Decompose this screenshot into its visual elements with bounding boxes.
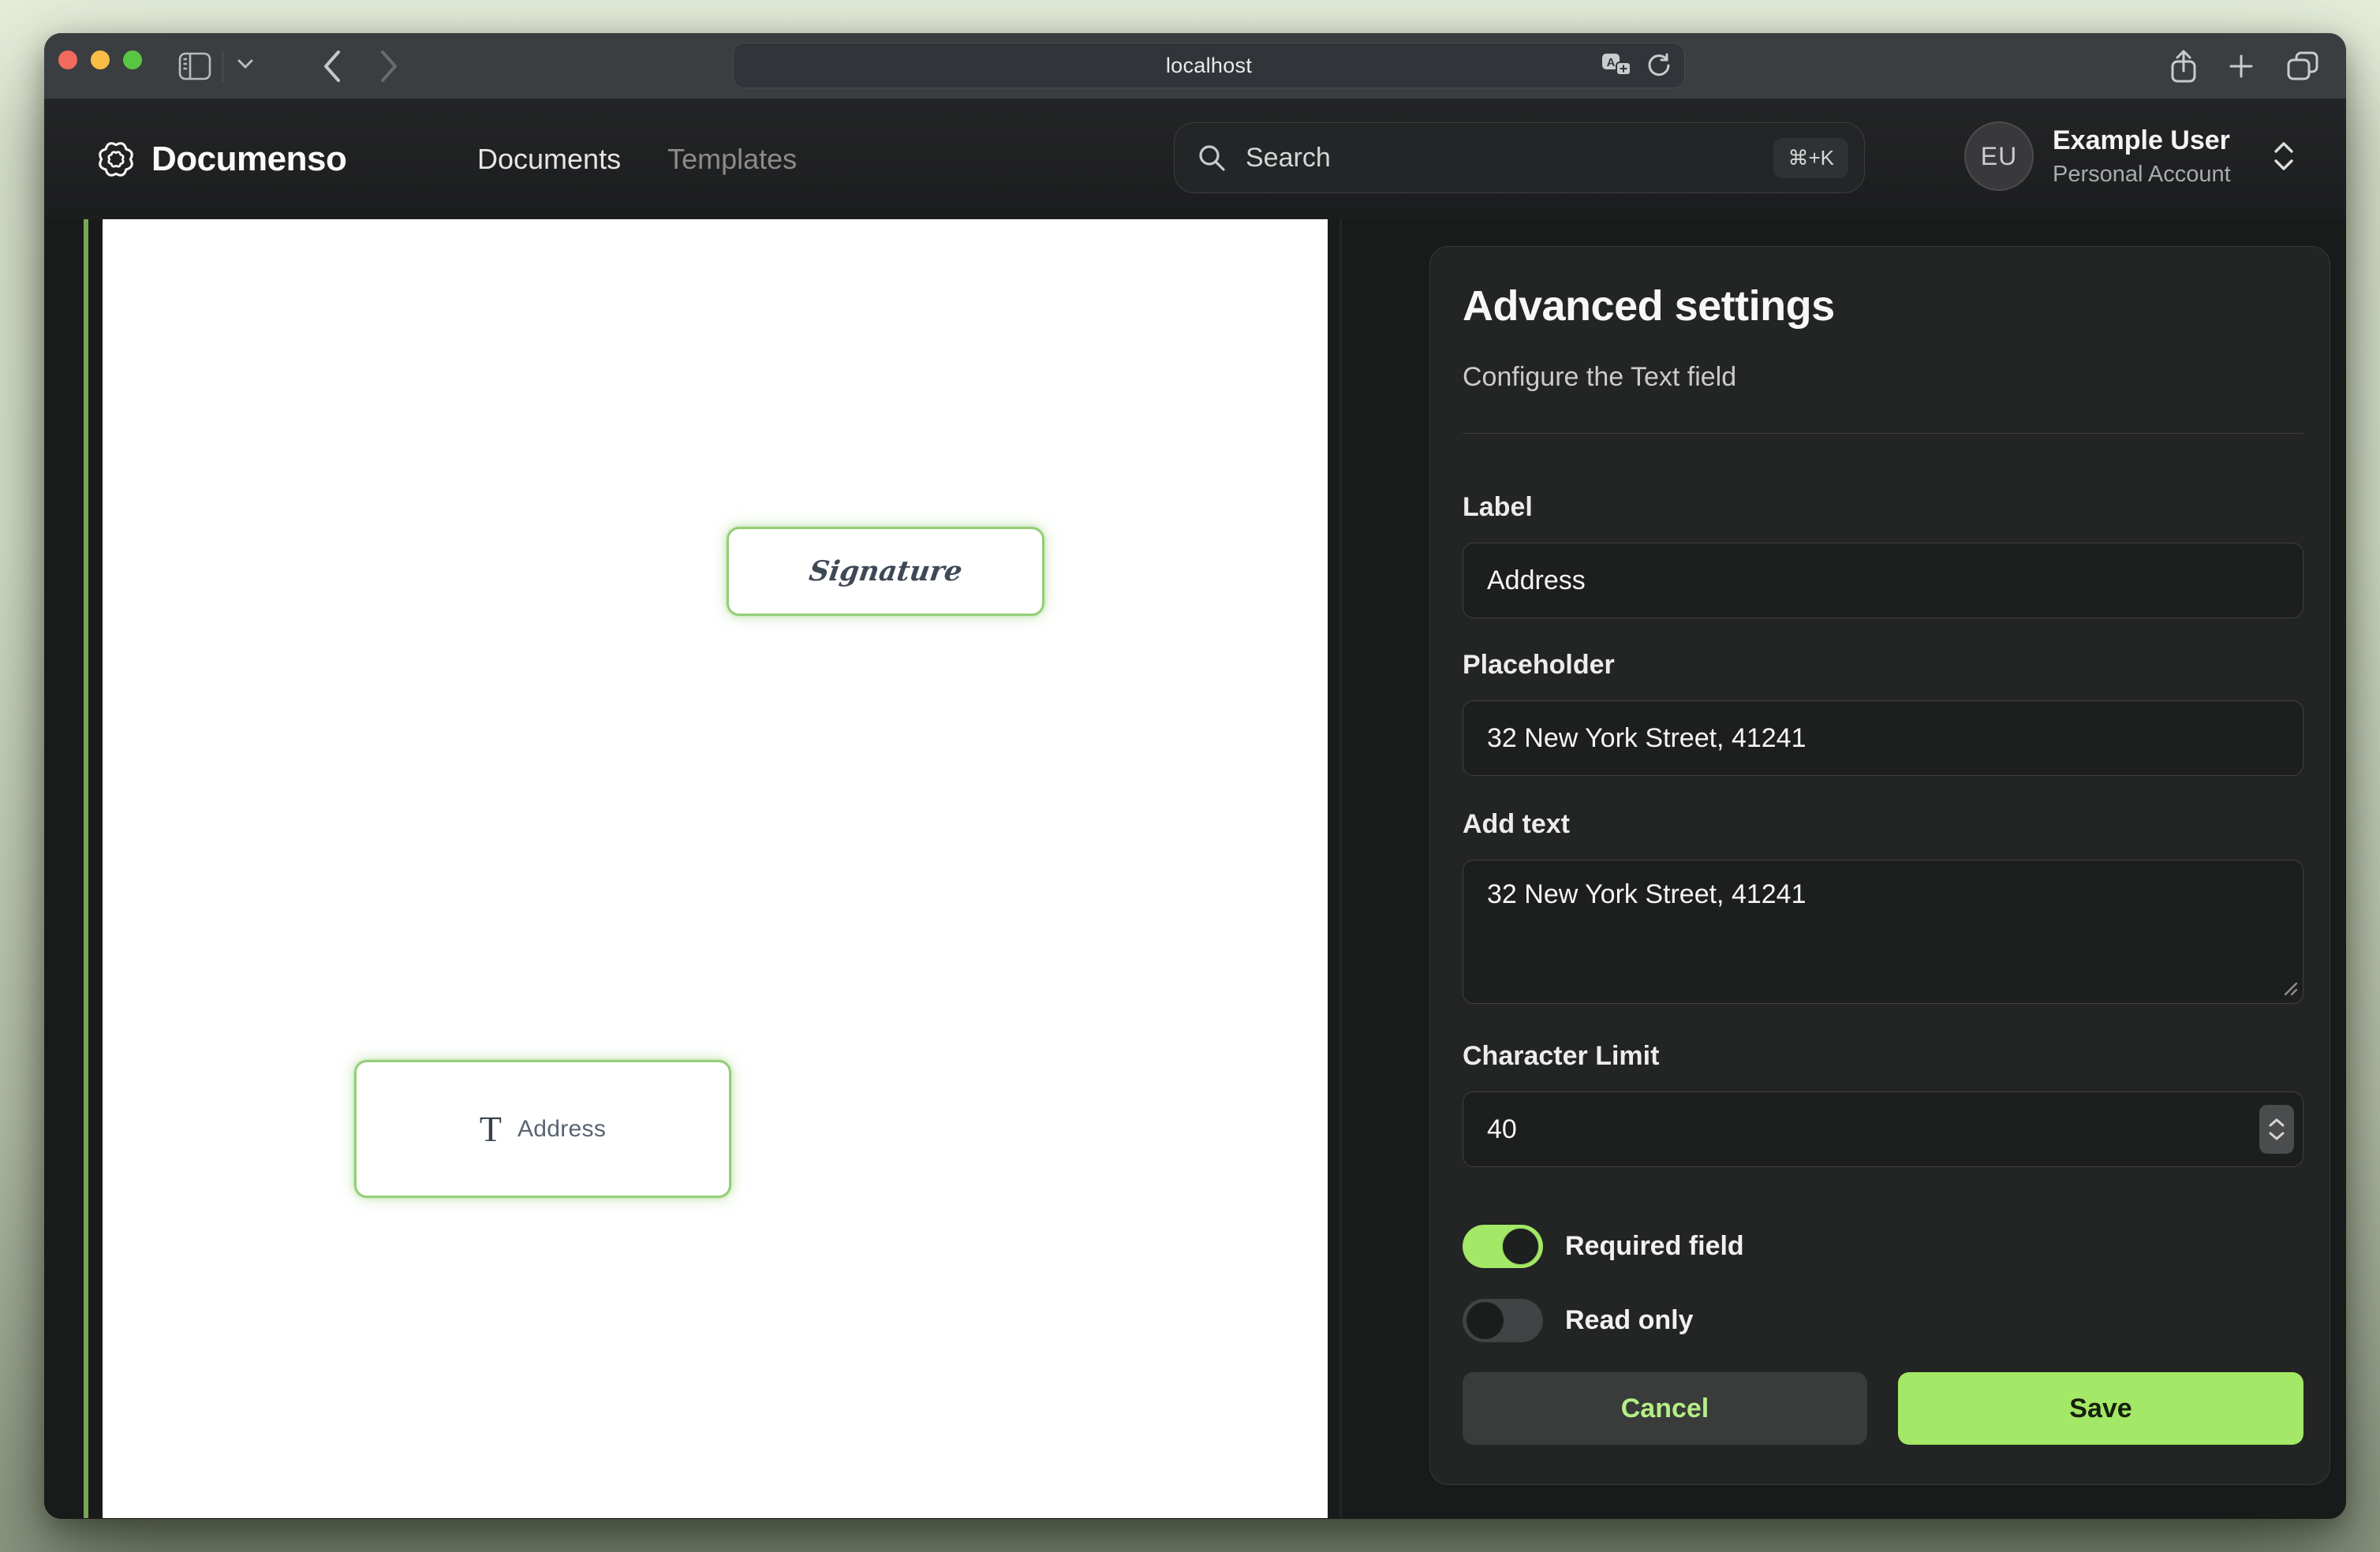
brand-name: Documenso [151,140,346,179]
reload-button[interactable] [1645,51,1673,80]
document-page: Signature T Address [103,219,1328,1518]
panel-title: Advanced settings [1463,282,1835,330]
tabs-overview-button[interactable] [2286,50,2319,82]
main-nav: Documents Templates [477,99,797,219]
address-bar[interactable]: localhost A [733,43,1685,88]
translate-button[interactable]: A [1601,52,1632,79]
svg-text:A: A [1607,56,1616,69]
forward-button[interactable] [379,49,399,84]
cancel-button[interactable]: Cancel [1463,1372,1867,1445]
reload-icon [1645,51,1673,80]
label-field-label: Label [1463,492,1533,523]
label-input[interactable] [1463,543,2303,618]
resize-grip-icon[interactable] [2279,977,2300,998]
signature-field-label: Signature [807,555,964,588]
browser-window: localhost A [44,33,2346,1519]
required-field-toggle[interactable] [1463,1225,1543,1268]
user-name: Example User [2053,125,2231,156]
stepper-down-icon [2268,1131,2285,1141]
url-text: localhost [1166,54,1252,78]
text-field-label: Address [517,1116,606,1143]
text-field-address[interactable]: T Address [354,1060,731,1198]
search-box[interactable]: ⌘+K [1174,122,1865,193]
page-indicator-bar [84,219,88,1518]
share-button[interactable] [2170,49,2197,84]
user-account-type: Personal Account [2053,162,2231,188]
required-field-label: Required field [1565,1231,1744,1262]
forward-icon [379,49,399,84]
sidebar-toggle-button[interactable] [178,52,211,80]
search-icon [1197,143,1227,173]
documenso-logo [95,138,137,181]
read-only-row: Read only [1463,1298,1693,1342]
text-field-icon: T [480,1111,502,1147]
toggle-knob [1502,1228,1539,1265]
minimize-window-button[interactable] [91,50,110,69]
toggle-knob [1466,1302,1504,1339]
read-only-toggle[interactable] [1463,1299,1543,1342]
content-divider [1339,219,1342,1518]
chevron-down-icon [237,58,254,69]
nav-item-templates[interactable]: Templates [667,143,797,176]
sidebar-icon [178,52,211,80]
number-stepper[interactable] [2259,1105,2294,1154]
character-limit-input[interactable] [1463,1091,2303,1167]
translate-icon: A [1601,52,1632,79]
read-only-label: Read only [1565,1305,1693,1336]
close-window-button[interactable] [58,50,77,69]
stepper-up-icon [2268,1117,2285,1128]
desktop-background: localhost A [0,0,2380,1552]
save-button[interactable]: Save [1898,1372,2303,1445]
signature-field[interactable]: Signature [727,527,1044,616]
add-text-field-label: Add text [1463,809,1570,840]
back-button[interactable] [322,49,342,84]
add-text-textarea[interactable]: 32 New York Street, 41241 [1463,860,2303,1004]
share-icon [2170,49,2197,84]
advanced-settings-panel: Advanced settings Configure the Text fie… [1429,246,2330,1485]
sidebar-options-button[interactable] [237,58,254,69]
character-limit-field-label: Character Limit [1463,1041,1659,1072]
new-tab-button[interactable] [2229,54,2254,79]
avatar: EU [1964,121,2034,191]
brand-link[interactable]: Documenso [95,99,346,219]
zoom-window-button[interactable] [123,50,142,69]
toolbar-separator [222,50,223,82]
tabs-icon [2286,50,2319,82]
browser-toolbar: localhost A [44,33,2346,99]
back-icon [322,49,342,84]
user-menu[interactable]: EU Example User Personal Account [1964,121,2297,192]
content-area: Signature T Address Advanced settings Co… [44,219,2346,1518]
placeholder-field-label: Placeholder [1463,650,1615,681]
character-limit-field [1463,1091,2303,1167]
search-input[interactable] [1246,143,1773,173]
app-header: Documenso Documents Templates ⌘+K EU [44,99,2346,219]
panel-divider [1463,433,2303,434]
required-field-row: Required field [1463,1224,1744,1268]
panel-subtitle: Configure the Text field [1463,362,1736,393]
new-tab-icon [2229,54,2254,79]
nav-item-documents[interactable]: Documents [477,143,621,176]
placeholder-input[interactable] [1463,700,2303,776]
chevrons-up-down-icon [2270,138,2297,174]
search-shortcut-badge: ⌘+K [1773,138,1848,178]
